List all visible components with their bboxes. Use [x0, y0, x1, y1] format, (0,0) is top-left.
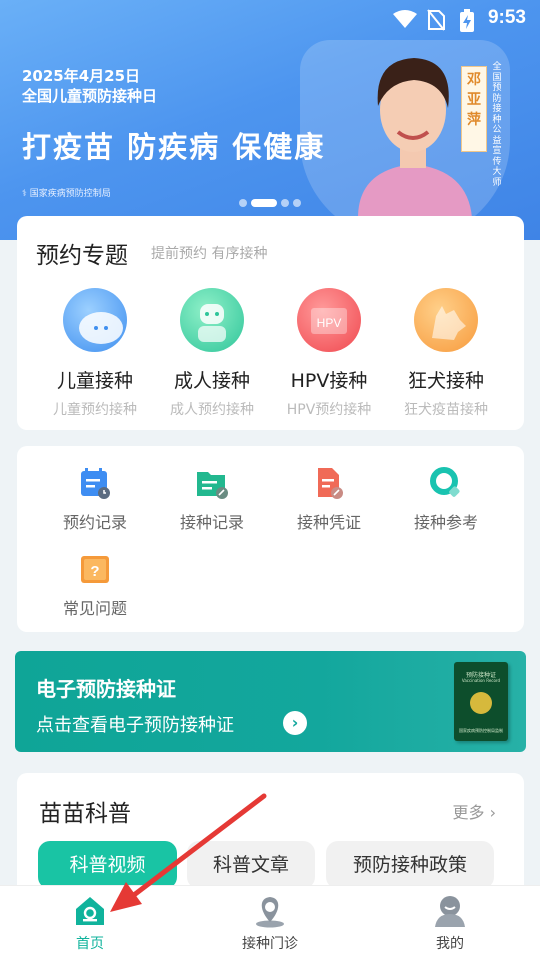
ambassador-portrait	[358, 58, 472, 218]
topic-adult-vaccination[interactable]: 成人接种 成人预约接种	[153, 288, 271, 419]
banner-date: 2025年4月25日 全国儿童预防接种日	[22, 66, 157, 106]
certificate-title: 电子预防接种证	[36, 677, 176, 701]
topic-hpv-vaccination[interactable]: HPV HPV接种 HPV预约接种	[270, 288, 388, 419]
vaccination-certificate-button[interactable]: 接种凭证	[270, 466, 388, 533]
records-card: 预约记录 接种记录 接种凭证 接种参考 ? 常见问题	[17, 446, 524, 632]
no-sim-icon	[427, 9, 445, 31]
carousel-indicator	[239, 199, 301, 207]
chevron-right-icon[interactable]: ›	[283, 711, 307, 735]
topic-sublabel: 成人预约接种	[170, 402, 254, 418]
status-bar: 9:53	[0, 0, 540, 40]
nav-clinic[interactable]: 接种门诊	[210, 894, 330, 953]
emblem-icon	[470, 692, 492, 714]
ambassador-name-tag: 邓亚萍	[461, 66, 487, 152]
banner-date-line1: 2025年4月25日	[22, 67, 141, 85]
more-link[interactable]: 更多 ›	[453, 799, 497, 823]
battery-charging-icon	[460, 9, 474, 32]
profile-icon	[433, 894, 467, 928]
topics-subtitle: 提前预约 有序接种	[151, 246, 268, 262]
nav-profile[interactable]: 我的	[390, 894, 510, 953]
banner-slogan: 打疫苗 防疾病 保健康	[22, 130, 326, 164]
topic-label: 儿童接种	[56, 370, 133, 392]
topic-label: HPV接种	[290, 370, 368, 392]
banner-org-text: 国家疾病预防控制局	[29, 189, 111, 199]
child-icon	[63, 288, 127, 352]
science-title: 苗苗科普	[39, 801, 131, 827]
folder-record-icon	[195, 466, 229, 500]
topic-label: 成人接种	[173, 370, 250, 392]
banner-org: ⚕ 国家疾病预防控制局	[22, 189, 111, 199]
home-icon	[73, 894, 107, 928]
certificate-doc-icon	[312, 466, 346, 500]
topic-sublabel: 狂犬疫苗接种	[404, 402, 488, 418]
appointment-topics-card: 预约专题 提前预约 有序接种 儿童接种 儿童预约接种 成人接种 成人预约接种 H…	[17, 216, 524, 430]
appointment-records-button[interactable]: 预约记录	[36, 466, 154, 533]
record-label: 接种凭证	[296, 513, 361, 532]
vaccination-reference-button[interactable]: 接种参考	[387, 466, 505, 533]
certificate-booklet-image: 预防接种证 Vaccination Record 国家疾病预防控制局监制	[454, 662, 508, 741]
nav-label: 我的	[436, 936, 464, 952]
topic-sublabel: HPV预约接种	[286, 402, 372, 418]
faq-icon: ?	[78, 552, 112, 586]
search-reference-icon	[429, 466, 463, 500]
carousel-dot[interactable]	[281, 199, 289, 207]
topic-child-vaccination[interactable]: 儿童接种 儿童预约接种	[36, 288, 154, 419]
topic-label: 狂犬接种	[407, 370, 484, 392]
promo-banner[interactable]: 9:53 2025年4月25日 全国儿童预防接种日 打疫苗 防疾病 保健康 ⚕ …	[0, 0, 540, 240]
faq-button[interactable]: ? 常见问题	[36, 552, 154, 619]
tab-science-article[interactable]: 科普文章	[187, 841, 315, 889]
record-label: 接种参考	[413, 513, 478, 532]
tab-vaccination-policy[interactable]: 预防接种政策	[326, 841, 494, 889]
ambassador-title: 全国预防接种公益宣传大师	[492, 62, 502, 188]
banner-date-line2: 全国儿童预防接种日	[22, 87, 158, 105]
carousel-dot[interactable]	[239, 199, 247, 207]
topic-sublabel: 儿童预约接种	[53, 402, 137, 418]
record-label: 预约记录	[62, 513, 127, 532]
tab-science-video[interactable]: 科普视频	[38, 841, 177, 889]
nav-home[interactable]: 首页	[30, 894, 150, 953]
booklet-subtitle: Vaccination Record	[461, 678, 501, 683]
nav-label: 接种门诊	[242, 936, 298, 952]
status-time: 9:53	[487, 7, 526, 28]
bottom-navigation: 首页 接种门诊 我的	[0, 885, 540, 960]
booklet-footer: 国家疾病预防控制局监制	[459, 728, 503, 733]
carousel-dot[interactable]	[251, 199, 277, 207]
hpv-icon-text: HPV	[317, 316, 342, 330]
record-label: 常见问题	[62, 599, 127, 618]
hpv-icon: HPV	[297, 288, 361, 352]
certificate-subtitle: 点击查看电子预防接种证	[36, 715, 234, 736]
topics-title: 预约专题	[36, 243, 128, 269]
dog-icon	[414, 288, 478, 352]
topic-rabies-vaccination[interactable]: 狂犬接种 狂犬疫苗接种	[387, 288, 505, 419]
calendar-clock-icon	[78, 466, 112, 500]
carousel-dot[interactable]	[293, 199, 301, 207]
wifi-icon	[393, 10, 417, 28]
adult-icon	[180, 288, 244, 352]
record-label: 接种记录	[179, 513, 244, 532]
nav-label: 首页	[76, 936, 104, 952]
faq-icon-text: ?	[90, 563, 99, 580]
location-pin-icon	[253, 894, 287, 928]
e-certificate-banner[interactable]: 电子预防接种证 点击查看电子预防接种证 › 预防接种证 Vaccination …	[15, 651, 526, 752]
ambassador-name: 邓亚萍	[467, 72, 481, 128]
vaccination-records-button[interactable]: 接种记录	[153, 466, 271, 533]
